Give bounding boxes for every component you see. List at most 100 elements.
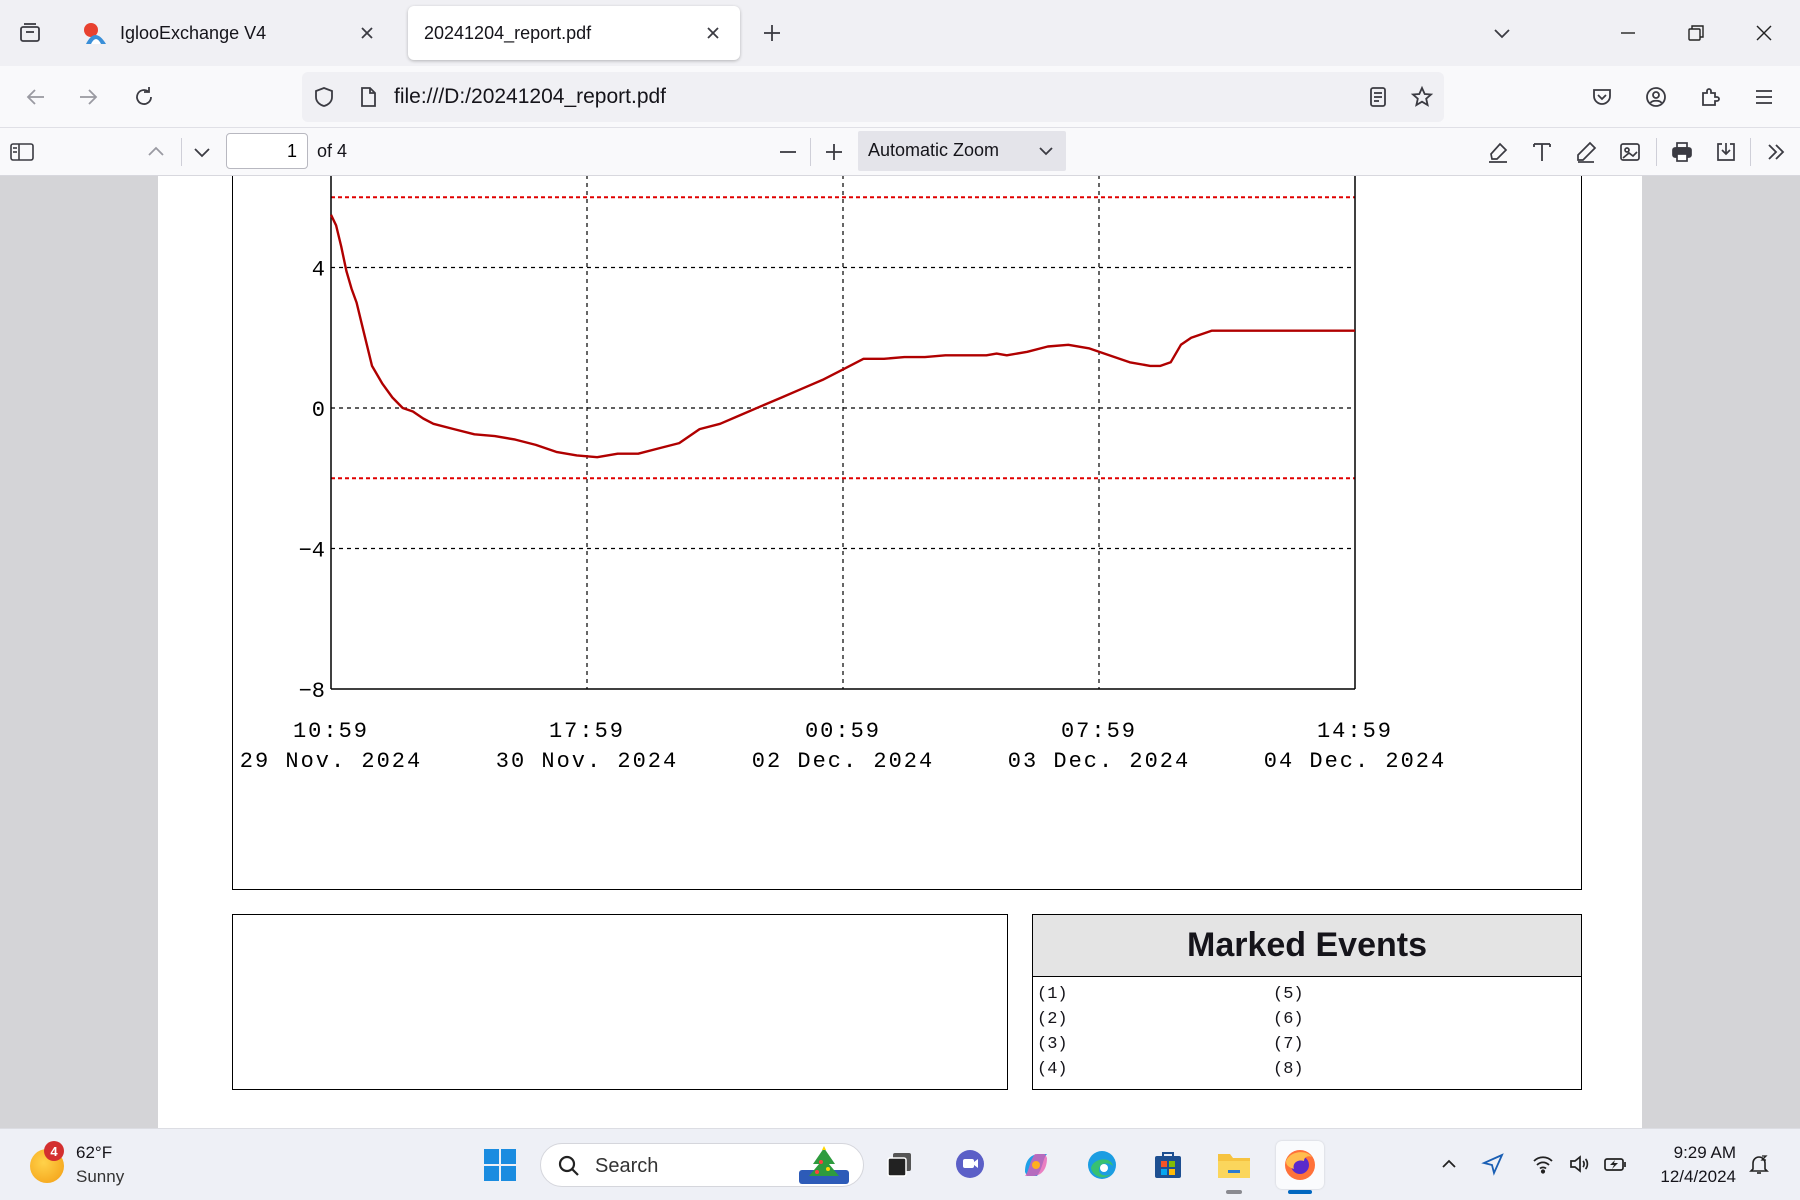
weather-widget[interactable]: 4 62°F Sunny	[26, 1139, 176, 1191]
pdf-viewer[interactable]: 4 0 −4 −8 10:59 29 Nov. 2024 17:59 30 Nov. 2024…	[0, 176, 1800, 1128]
show-hidden-icons-button[interactable]	[1434, 1149, 1464, 1179]
account-button[interactable]	[1638, 79, 1674, 115]
line-chart: 4 0 −4 −8 10:59 29 Nov. 2024 17:59 30 Nov. 2024…	[240, 176, 1444, 774]
page-number-input[interactable]	[226, 133, 308, 169]
next-page-button[interactable]	[186, 136, 218, 168]
x-tick-time-label: 07:59	[1061, 719, 1137, 744]
list-all-tabs-button[interactable]	[1486, 17, 1518, 49]
reader-view-icon[interactable]	[1366, 85, 1390, 109]
bookmark-star-icon[interactable]	[1410, 85, 1434, 109]
tab-list-button[interactable]	[14, 17, 46, 49]
minus-icon	[780, 151, 796, 153]
url-text[interactable]: file:///D:/20241204_report.pdf	[394, 85, 666, 109]
x-tick-time-label: 00:59	[805, 719, 881, 744]
search-icon	[558, 1155, 579, 1176]
notification-bell-icon	[1749, 1155, 1769, 1174]
back-button[interactable]	[18, 79, 54, 115]
new-tab-button[interactable]	[756, 17, 788, 49]
notifications-button[interactable]	[1744, 1149, 1774, 1179]
account-icon	[1646, 87, 1666, 107]
navigation-toolbar: file:///D:/20241204_report.pdf	[0, 66, 1800, 128]
edge-button[interactable]	[1078, 1141, 1126, 1189]
chevron-down-icon	[1494, 29, 1510, 39]
tab-close-icon[interactable]	[700, 20, 726, 46]
marked-event-item: (5)	[1273, 985, 1304, 1004]
pocket-icon	[1593, 89, 1611, 105]
toolbar-divider	[181, 138, 182, 166]
back-arrow-icon	[26, 89, 44, 105]
folder-icon	[1218, 1154, 1250, 1178]
store-button[interactable]	[1144, 1141, 1192, 1189]
restore-button[interactable]	[1668, 12, 1724, 54]
clock-time: 9:29 AM	[1673, 1143, 1736, 1162]
marked-event-item: (7)	[1273, 1035, 1304, 1054]
chart-frame: 4 0 −4 −8 10:59 29 Nov. 2024 17:59 30 Nov. 2024…	[232, 176, 1582, 890]
page-count-label: of 4	[317, 141, 348, 161]
add-text-button[interactable]	[1526, 136, 1558, 168]
x-tick-date-label: 02 Dec. 2024	[752, 749, 934, 774]
previous-page-button[interactable]	[140, 136, 172, 168]
chevron-up-icon	[148, 146, 164, 156]
zoom-in-button[interactable]	[818, 136, 850, 168]
page-info-icon[interactable]	[356, 85, 380, 109]
search-placeholder: Search	[595, 1155, 659, 1177]
firefox-button[interactable]	[1276, 1141, 1324, 1194]
tab-title: 20241204_report.pdf	[424, 22, 592, 43]
sidebar-icon	[10, 143, 34, 161]
text-icon	[1533, 143, 1551, 161]
tools-menu-button[interactable]	[1760, 136, 1792, 168]
marked-event-item: (2)	[1037, 1010, 1068, 1029]
draw-button[interactable]	[1570, 136, 1602, 168]
store-icon	[1155, 1152, 1181, 1178]
minimize-button[interactable]	[1600, 12, 1656, 54]
save-button[interactable]	[1710, 136, 1742, 168]
battery-tray-icon[interactable]	[1600, 1149, 1630, 1179]
volume-tray-icon[interactable]	[1564, 1149, 1594, 1179]
forward-button[interactable]	[70, 79, 106, 115]
url-bar[interactable]: file:///D:/20241204_report.pdf	[302, 72, 1444, 122]
start-button[interactable]	[476, 1141, 524, 1189]
location-tray-icon[interactable]	[1478, 1149, 1508, 1179]
zoom-out-button[interactable]	[772, 136, 804, 168]
copilot-icon	[1025, 1154, 1047, 1176]
y-tick-label: −8	[299, 679, 325, 704]
task-view-button[interactable]	[876, 1141, 924, 1189]
speaker-icon	[1570, 1155, 1589, 1173]
chat-icon	[956, 1150, 984, 1178]
copilot-button[interactable]	[1012, 1141, 1060, 1189]
restore-icon	[1688, 25, 1704, 41]
shield-icon[interactable]	[312, 85, 336, 109]
download-icon	[1717, 143, 1735, 161]
menu-button[interactable]	[1746, 79, 1782, 115]
running-indicator	[1226, 1190, 1242, 1194]
reload-icon	[136, 87, 152, 105]
toolbar-divider	[1750, 138, 1751, 166]
tab-close-icon[interactable]	[354, 20, 380, 46]
marked-event-item: (4)	[1037, 1060, 1068, 1079]
close-window-button[interactable]	[1736, 12, 1792, 54]
highlight-button[interactable]	[1482, 136, 1514, 168]
reload-button[interactable]	[126, 79, 162, 115]
file-explorer-button[interactable]	[1210, 1141, 1258, 1194]
x-tick-time-label: 14:59	[1317, 719, 1393, 744]
windows-logo-icon	[484, 1149, 516, 1181]
system-clock[interactable]: 9:29 AM 12/4/2024	[1640, 1141, 1736, 1189]
tab-iglooexchange[interactable]: IglooExchange V4	[66, 6, 394, 60]
chevron-up-icon	[1442, 1159, 1456, 1168]
marked-event-item: (6)	[1273, 1010, 1304, 1029]
minimize-icon	[1621, 32, 1635, 34]
marked-event-item: (1)	[1037, 985, 1068, 1004]
notification-badge: 4	[44, 1141, 64, 1161]
teams-chat-button[interactable]	[946, 1141, 994, 1189]
print-button[interactable]	[1666, 136, 1698, 168]
pocket-button[interactable]	[1584, 79, 1620, 115]
add-image-button[interactable]	[1614, 136, 1646, 168]
zoom-select[interactable]: Automatic Zoom	[858, 131, 1066, 171]
extensions-button[interactable]	[1692, 79, 1728, 115]
toggle-sidebar-button[interactable]	[6, 136, 38, 168]
taskbar-search[interactable]: Search	[540, 1143, 864, 1187]
wifi-tray-icon[interactable]	[1528, 1149, 1558, 1179]
tab-report-pdf[interactable]: 20241204_report.pdf	[408, 6, 740, 60]
chevron-down-icon	[1039, 147, 1053, 156]
tab-title: IglooExchange V4	[120, 22, 267, 43]
